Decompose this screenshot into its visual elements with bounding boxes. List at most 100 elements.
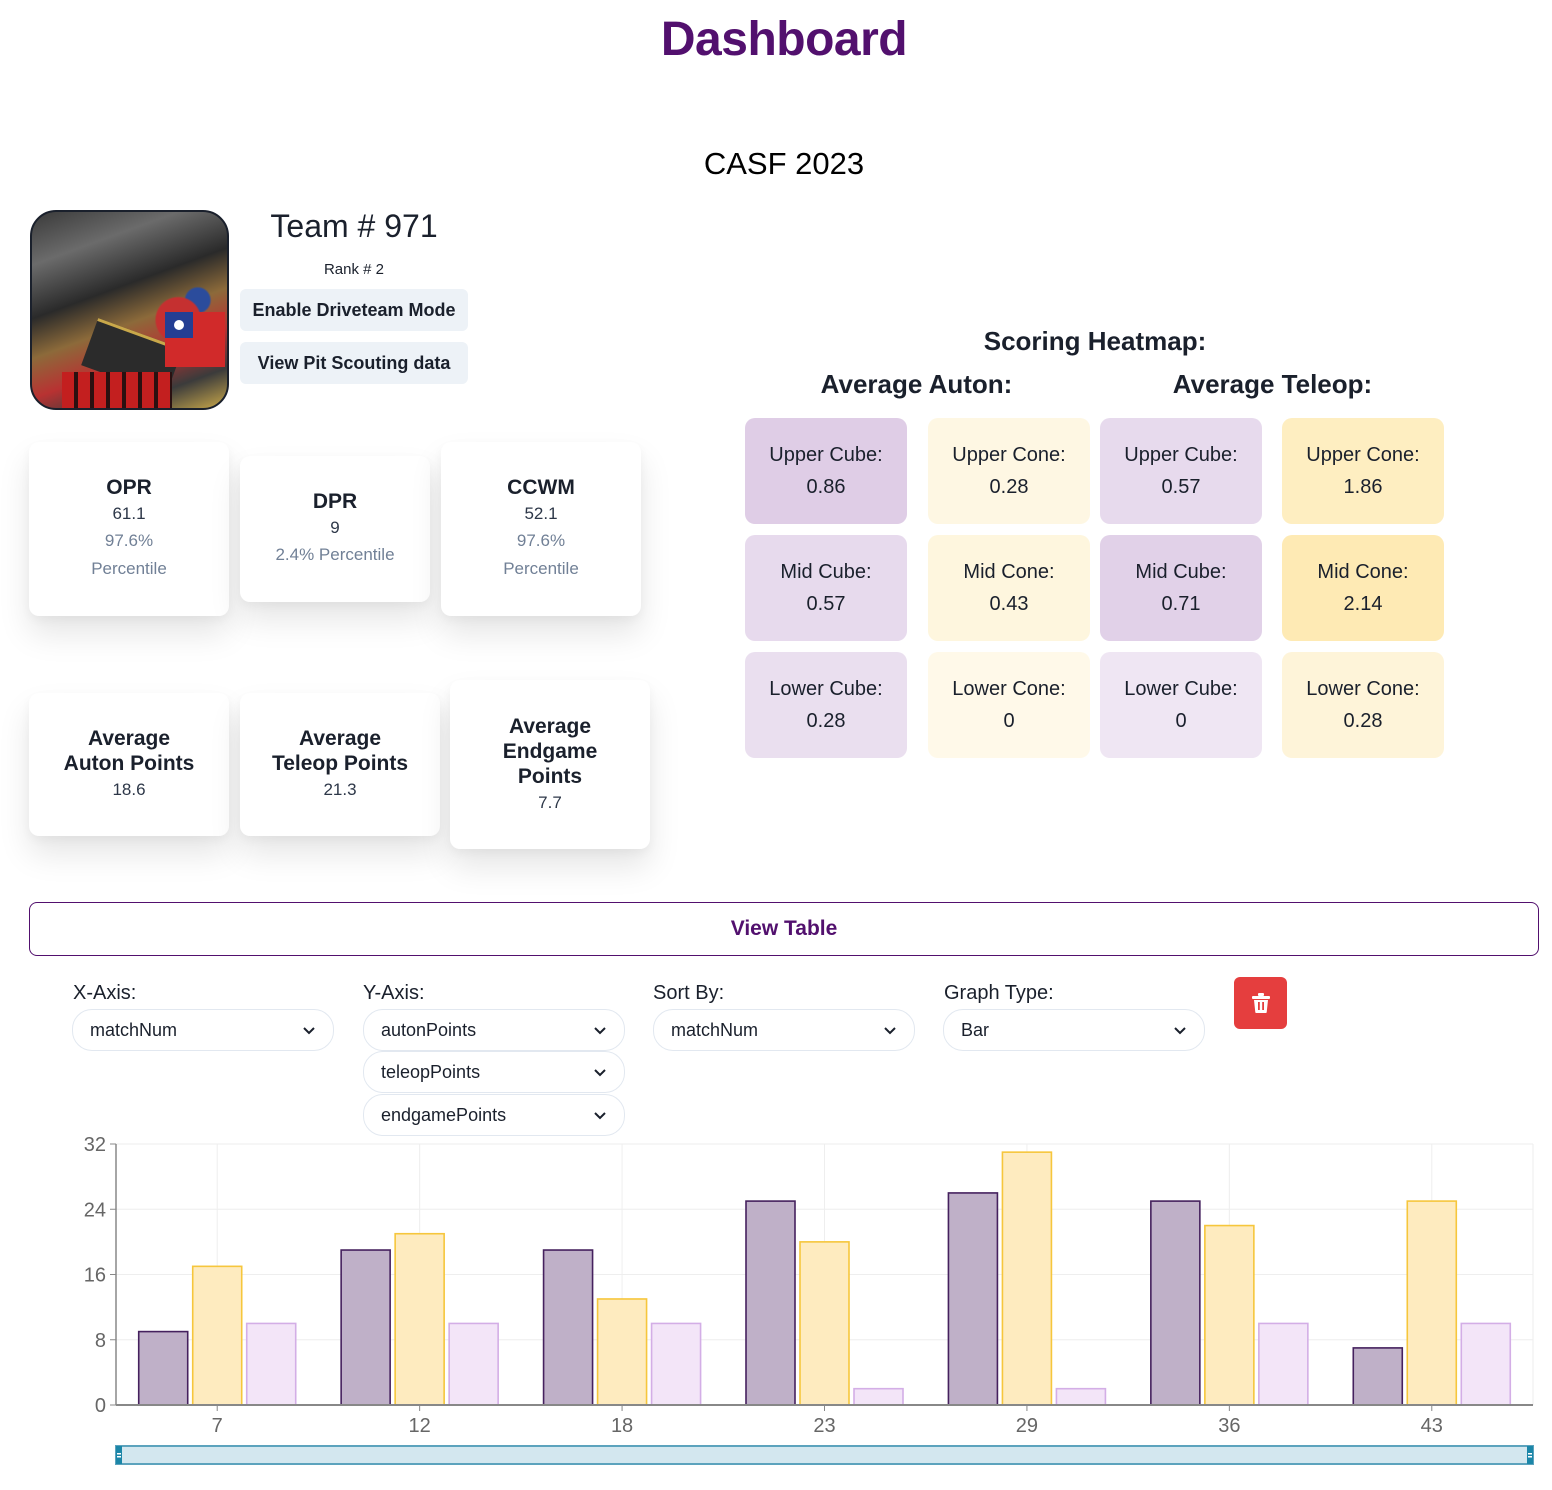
avg-label: Average Endgame Points	[502, 714, 598, 788]
avg-label: Average Auton Points	[63, 727, 195, 775]
stat-percentile: 2.4% Percentile	[275, 545, 395, 564]
bar-autonPoints	[745, 1200, 796, 1406]
heatmap-cell-teleop: Lower Cone: 0.28	[1282, 652, 1444, 758]
team-photo	[30, 210, 229, 410]
brush-handle-left[interactable]	[116, 1446, 122, 1464]
heatmap-cell-value: 0	[1003, 710, 1015, 732]
x-axis-label: X-Axis:	[73, 982, 137, 1004]
heatmap-cell-value: 2.14	[1343, 593, 1383, 615]
x-tick-label: 29	[1016, 1415, 1038, 1437]
avg-endgame-card: Average Endgame Points 7.7	[450, 680, 650, 849]
stat-percentile: 97.6% Percentile	[91, 531, 167, 578]
bar-autonPoints	[542, 1249, 594, 1406]
heatmap-cell-value: 0.28	[1343, 710, 1383, 732]
heatmap-cell-label: Mid Cone:	[1317, 561, 1409, 583]
bar-teleopPoints	[191, 1265, 243, 1406]
y-tick-label: 24	[84, 1199, 106, 1221]
heatmap-cell-label: Lower Cube:	[769, 678, 883, 700]
graph-type-select[interactable]: Bar	[943, 1009, 1205, 1051]
chevron-down-icon	[594, 1027, 606, 1035]
select-value: teleopPoints	[381, 1061, 481, 1082]
heatmap-auton-title: Average Auton:	[820, 369, 1013, 399]
y-tick-label: 16	[84, 1265, 106, 1287]
photo-detail-flag	[165, 312, 225, 367]
bar-endgamePoints	[245, 1322, 297, 1406]
event-name: CASF 2023	[703, 146, 865, 181]
bar-autonPoints	[947, 1192, 999, 1406]
x-tick-label: 43	[1421, 1415, 1443, 1437]
x-tick-label: 23	[813, 1415, 835, 1437]
bar-autonPoints	[1352, 1347, 1404, 1406]
trash-icon	[1251, 993, 1270, 1013]
page-title: Dashboard	[660, 13, 908, 66]
brush-grip-icon	[117, 1456, 121, 1458]
stat-label: DPR	[312, 490, 358, 513]
heatmap-cell-auton: Upper Cube: 0.86	[745, 418, 907, 524]
bar-teleopPoints	[394, 1232, 445, 1406]
avg-value: 21.3	[323, 780, 357, 799]
heatmap-cell-teleop: Upper Cube: 0.57	[1100, 418, 1262, 524]
y-axis-label: Y-Axis:	[363, 982, 425, 1004]
bar-endgamePoints	[853, 1387, 904, 1406]
delete-graph-button[interactable]	[1234, 977, 1287, 1029]
select-value: matchNum	[90, 1019, 178, 1040]
stat-percentile: 97.6% Percentile	[503, 531, 579, 578]
heatmap-cell-value: 0.28	[989, 476, 1029, 498]
photo-detail-toolboxes	[62, 372, 172, 408]
select-value: autonPoints	[381, 1019, 477, 1040]
bar-endgamePoints	[1258, 1322, 1309, 1406]
brush-handle-right[interactable]	[1527, 1446, 1533, 1464]
x-tick-label: 12	[409, 1415, 431, 1437]
heatmap-cell-label: Upper Cone:	[952, 444, 1066, 466]
sort-by-label: Sort By:	[653, 982, 725, 1004]
stat-label: CCWM	[507, 476, 575, 499]
y-tick-label: 0	[95, 1395, 106, 1417]
heatmap-cell-label: Lower Cube:	[1124, 678, 1238, 700]
heatmap-teleop-title: Average Teleop:	[1172, 369, 1373, 399]
bar-teleopPoints	[1001, 1151, 1053, 1406]
stat-card-opr: OPR 61.1 97.6% Percentile	[29, 442, 229, 616]
chart-brush	[115, 1445, 1534, 1465]
stat-value: 9	[330, 518, 340, 537]
brush-range[interactable]	[115, 1445, 1534, 1465]
chevron-down-icon	[1174, 1027, 1186, 1035]
heatmap-cell-teleop: Mid Cone: 2.14	[1282, 535, 1444, 641]
bar-teleopPoints	[596, 1298, 648, 1406]
chevron-down-icon	[594, 1069, 606, 1077]
x-axis-select[interactable]: matchNum	[72, 1009, 334, 1051]
bar-endgamePoints	[1055, 1387, 1107, 1406]
bar-autonPoints	[340, 1249, 391, 1406]
chevron-down-icon	[303, 1027, 315, 1035]
select-value: endgamePoints	[381, 1104, 507, 1125]
heatmap-cell-label: Mid Cone:	[963, 561, 1055, 583]
view-table-button[interactable]: View Table	[29, 902, 1539, 956]
heatmap-cell-value: 0.57	[1161, 476, 1201, 498]
select-value: matchNum	[671, 1019, 759, 1040]
select-value: Bar	[961, 1019, 990, 1040]
chevron-down-icon	[594, 1112, 606, 1120]
bar-teleopPoints	[1204, 1224, 1255, 1406]
y-axis-select-auton[interactable]: autonPoints	[363, 1009, 625, 1051]
avg-label: Average Teleop Points	[271, 727, 409, 775]
heatmap-cell-label: Lower Cone:	[1306, 678, 1420, 700]
view-pit-scouting-button[interactable]: View Pit Scouting data	[240, 342, 468, 384]
stat-card-ccwm: CCWM 52.1 97.6% Percentile	[441, 442, 641, 616]
bar-endgamePoints	[650, 1322, 702, 1406]
heatmap-cell-value: 0.86	[806, 476, 846, 498]
enable-driveteam-mode-button[interactable]: Enable Driveteam Mode	[240, 289, 468, 331]
sort-by-select[interactable]: matchNum	[653, 1009, 915, 1051]
heatmap-cell-teleop: Upper Cone: 1.86	[1282, 418, 1444, 524]
team-rank: Rank # 2	[323, 261, 385, 278]
x-tick-label: 7	[212, 1415, 223, 1437]
heatmap-cell-auton: Lower Cube: 0.28	[745, 652, 907, 758]
x-tick-label: 36	[1218, 1415, 1240, 1437]
y-tick-label: 8	[95, 1330, 106, 1352]
brush-grip-icon	[117, 1453, 121, 1455]
heatmap-cell-teleop: Lower Cube: 0	[1100, 652, 1262, 758]
y-axis-select-teleop[interactable]: teleopPoints	[363, 1051, 625, 1093]
stat-card-dpr: DPR 9 2.4% Percentile	[240, 456, 430, 602]
bar-chart: 7 12 18 23 29 36 43 0 8 16 24 32	[84, 1134, 1534, 1465]
heatmap-cell-value: 0.57	[806, 593, 846, 615]
avg-auton-card: Average Auton Points 18.6	[29, 693, 229, 836]
heatmap-cell-auton: Mid Cone: 0.43	[928, 535, 1090, 641]
